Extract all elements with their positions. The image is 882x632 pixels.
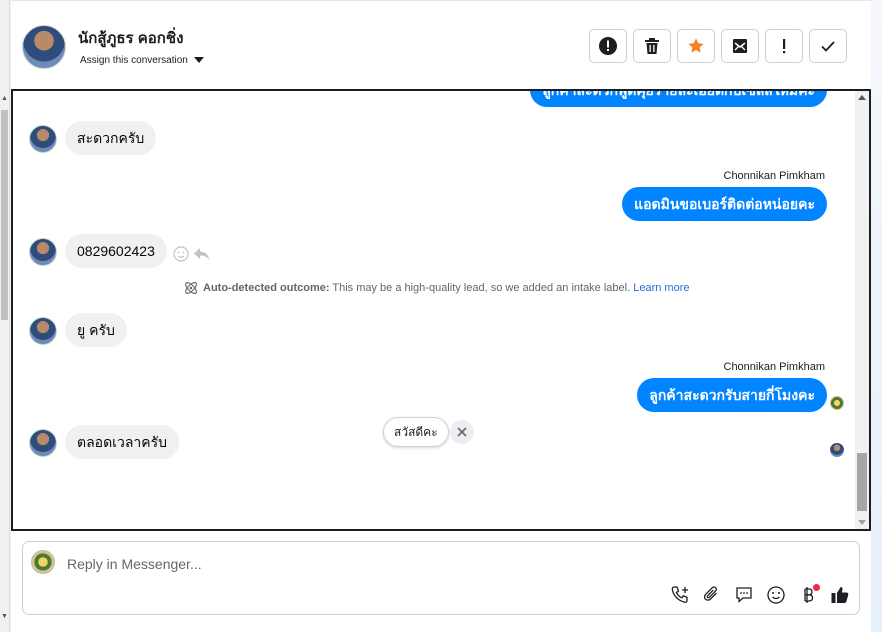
contact-avatar[interactable] <box>29 429 57 457</box>
action-toolbar <box>589 29 847 63</box>
scroll-up-arrow[interactable] <box>858 95 866 100</box>
star-icon <box>688 38 704 53</box>
smiley-icon <box>767 586 785 604</box>
report-icon <box>599 37 617 55</box>
outcome-text: This may be a high-quality lead, so we a… <box>332 282 631 294</box>
follow-up-button[interactable] <box>765 29 803 63</box>
star-button[interactable] <box>677 29 715 63</box>
outer-scrollbar[interactable]: ▲ ▼ <box>0 0 10 632</box>
contact-avatar[interactable] <box>29 238 57 266</box>
reply-input[interactable] <box>67 554 767 574</box>
assign-conversation-link[interactable]: Assign this conversation <box>80 55 188 66</box>
conversation-header: นักสู้ภูธร คอกชิ่ง Assign this conversat… <box>11 0 871 90</box>
message-incoming[interactable]: สะดวกครับ <box>65 121 157 155</box>
suggested-reply[interactable]: สวัสดีคะ <box>383 417 449 447</box>
reply-composer <box>22 541 860 615</box>
page-edge <box>871 0 882 632</box>
message-incoming[interactable]: 0829602423 <box>65 234 167 268</box>
mark-done-button[interactable] <box>809 29 847 63</box>
report-button[interactable] <box>589 29 627 63</box>
page-avatar <box>31 550 55 574</box>
chat-bubble-icon <box>736 587 752 603</box>
message-incoming[interactable]: ตลอดเวลาครับ <box>65 425 180 459</box>
scroll-thumb[interactable] <box>1 110 8 320</box>
learn-more-link[interactable]: Learn more <box>633 282 689 294</box>
paperclip-icon <box>703 586 717 601</box>
phone-plus-icon <box>671 586 688 603</box>
message-outgoing[interactable]: แอดมินขอเบอร์ติดต่อหน่อยคะ <box>622 187 827 221</box>
scroll-thumb[interactable] <box>857 453 867 511</box>
outcome-title: Auto-detected outcome: <box>203 282 330 294</box>
auto-detected-outcome: Auto-detected outcome: This may be a hig… <box>183 280 689 296</box>
exclamation-icon <box>783 39 786 54</box>
page-seen-avatar <box>830 396 844 410</box>
check-icon <box>821 41 835 52</box>
chevron-down-icon[interactable] <box>194 57 204 63</box>
dismiss-suggestion-button[interactable] <box>450 420 474 444</box>
thumbs-up-icon <box>831 587 849 603</box>
delete-button[interactable] <box>633 29 671 63</box>
trash-icon <box>645 38 659 54</box>
mail-icon <box>733 39 747 53</box>
call-button[interactable] <box>669 584 691 606</box>
message-outgoing[interactable]: ลูกค้าสะดวกรับสายกี่โมงคะ <box>637 378 827 412</box>
message-incoming[interactable]: ยู ครับ <box>65 313 127 347</box>
message-actions <box>173 246 211 262</box>
message-outgoing[interactable]: ลูกค้าสะดวกพูดคุยรายละเอียดกับเซลส์ใหม่ค… <box>530 91 827 107</box>
reply-icon[interactable] <box>193 246 211 262</box>
notification-dot <box>813 584 820 591</box>
smiley-icon[interactable] <box>173 246 189 262</box>
contact-avatar[interactable] <box>29 125 57 153</box>
conversation-panel: นักสู้ภูธร คอกชิ่ง Assign this conversat… <box>11 0 871 632</box>
mark-unread-button[interactable] <box>721 29 759 63</box>
atom-icon <box>185 282 197 294</box>
contact-avatar[interactable] <box>22 25 66 69</box>
emoji-button[interactable] <box>765 584 787 606</box>
composer-tools <box>669 584 851 606</box>
scroll-up-arrow[interactable]: ▲ <box>1 95 8 102</box>
payment-button[interactable] <box>797 584 820 606</box>
thread-scrollbar[interactable] <box>855 91 869 529</box>
contact-seen-avatar <box>830 443 844 457</box>
scroll-down-arrow[interactable] <box>858 520 866 525</box>
scroll-down-arrow[interactable]: ▼ <box>1 613 8 620</box>
close-icon <box>457 427 467 437</box>
sender-name: Chonnikan Pimkham <box>723 361 826 373</box>
sender-name: Chonnikan Pimkham <box>723 170 826 182</box>
attach-button[interactable] <box>701 584 723 606</box>
saved-replies-button[interactable] <box>733 584 755 606</box>
contact-avatar[interactable] <box>29 317 57 345</box>
contact-name[interactable]: นักสู้ภูธร คอกชิ่ง <box>78 26 183 50</box>
like-button[interactable] <box>829 584 851 606</box>
message-thread[interactable]: ลูกค้าสะดวกพูดคุยรายละเอียดกับเซลส์ใหม่ค… <box>11 89 871 531</box>
